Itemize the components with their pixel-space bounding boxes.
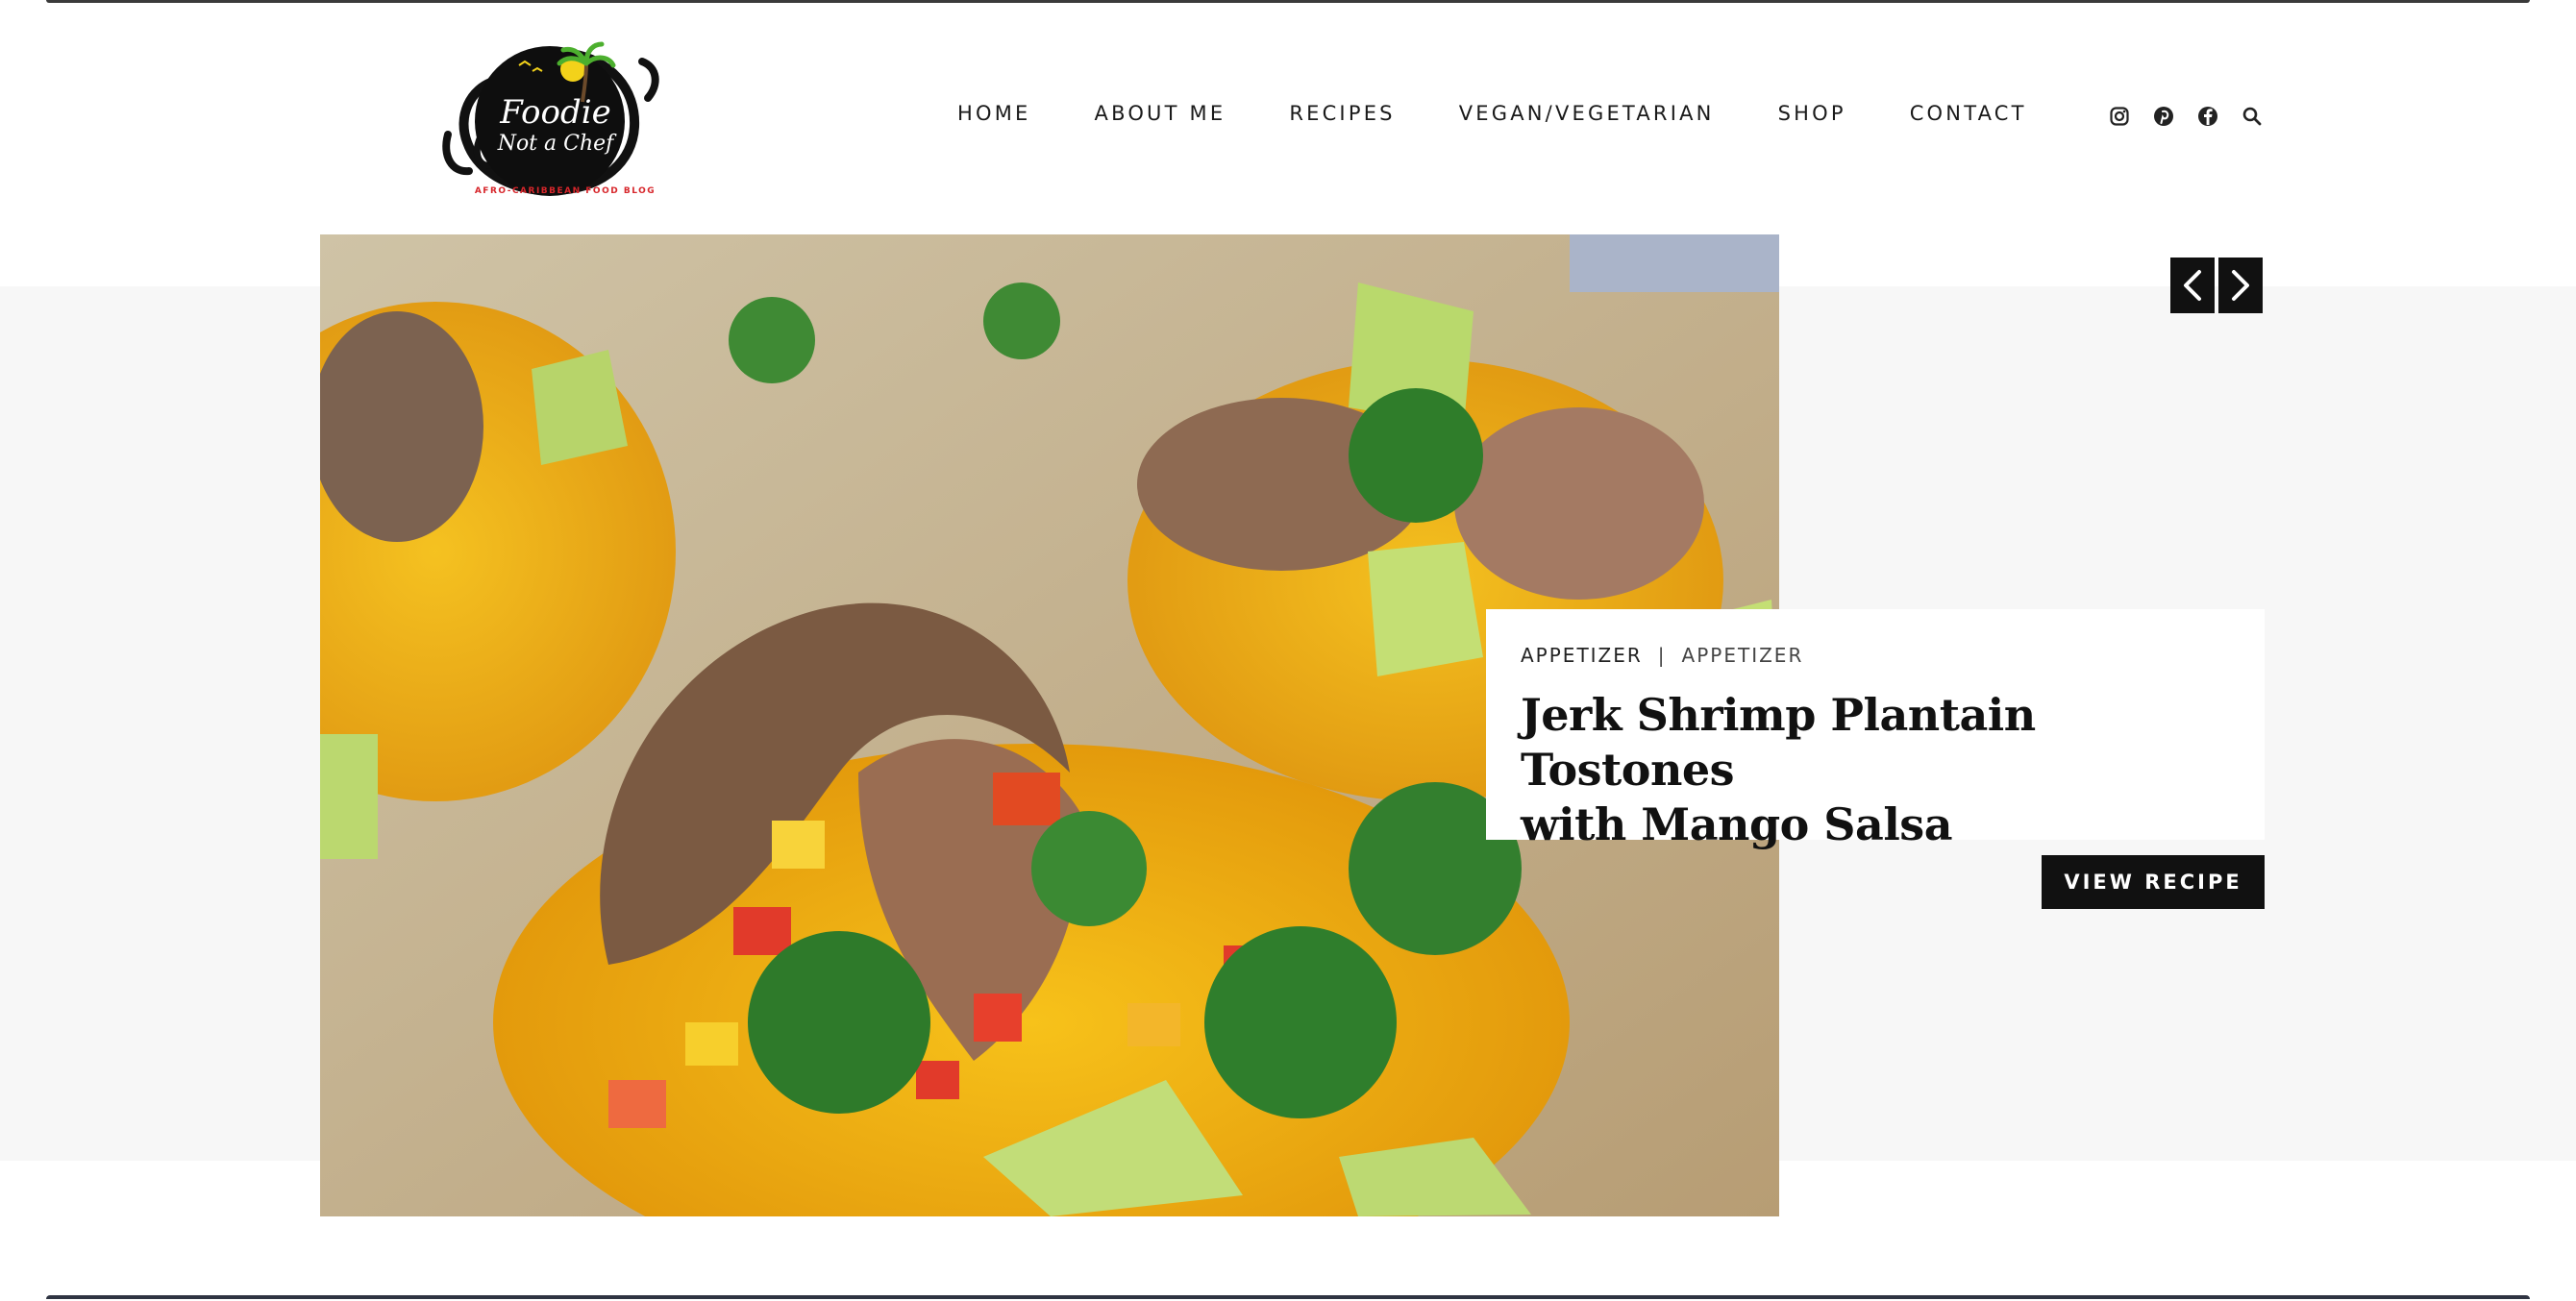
logo-wordmark: Foodie [500, 93, 611, 132]
nav-item-recipes[interactable]: RECIPES [1289, 102, 1395, 125]
slider-controls [2170, 258, 2263, 313]
view-recipe-button[interactable]: VIEW RECIPE [2042, 855, 2265, 909]
window-bottom-edge [46, 1295, 2530, 1299]
category-link[interactable]: APPETIZER [1682, 644, 1804, 667]
main-navigation: HOME ABOUT ME RECIPES VEGAN/VEGETARIAN S… [957, 102, 2027, 125]
recipe-title[interactable]: Jerk Shrimp Plantain Tostones with Mango… [1521, 688, 2230, 852]
facebook-icon[interactable] [2197, 106, 2218, 127]
logo-tagline: AFRO-CARIBBEAN FOOD BLOG [474, 186, 656, 196]
nav-item-about-me[interactable]: ABOUT ME [1095, 102, 1226, 125]
recipe-categories: APPETIZER | APPETIZER [1521, 644, 2230, 667]
site-logo[interactable]: Foodie Not a Chef AFRO-CARIBBEAN FOOD BL… [440, 21, 671, 209]
slider-next-button[interactable] [2218, 258, 2263, 313]
instagram-icon[interactable] [2109, 106, 2130, 127]
search-icon[interactable] [2242, 106, 2263, 127]
nav-item-vegan-vegetarian[interactable]: VEGAN/VEGETARIAN [1459, 102, 1715, 125]
nav-item-shop[interactable]: SHOP [1778, 102, 1846, 125]
category-separator: | [1657, 644, 1667, 667]
chevron-left-icon [2184, 270, 2201, 301]
pinterest-icon[interactable] [2153, 106, 2174, 127]
category-link[interactable]: APPETIZER [1521, 644, 1643, 667]
slider-prev-button[interactable] [2170, 258, 2215, 313]
social-links [2109, 106, 2263, 127]
recipe-title-line-2: with Mango Salsa [1521, 798, 1953, 850]
chevron-right-icon [2232, 270, 2249, 301]
recipe-title-line-1: Jerk Shrimp Plantain Tostones [1521, 689, 2036, 796]
featured-recipe-card: APPETIZER | APPETIZER Jerk Shrimp Planta… [1486, 609, 2265, 850]
window-top-edge [46, 0, 2530, 3]
logo-subline: Not a Chef [497, 132, 614, 156]
nav-item-home[interactable]: HOME [957, 102, 1031, 125]
nav-item-contact[interactable]: CONTACT [1910, 102, 2027, 125]
